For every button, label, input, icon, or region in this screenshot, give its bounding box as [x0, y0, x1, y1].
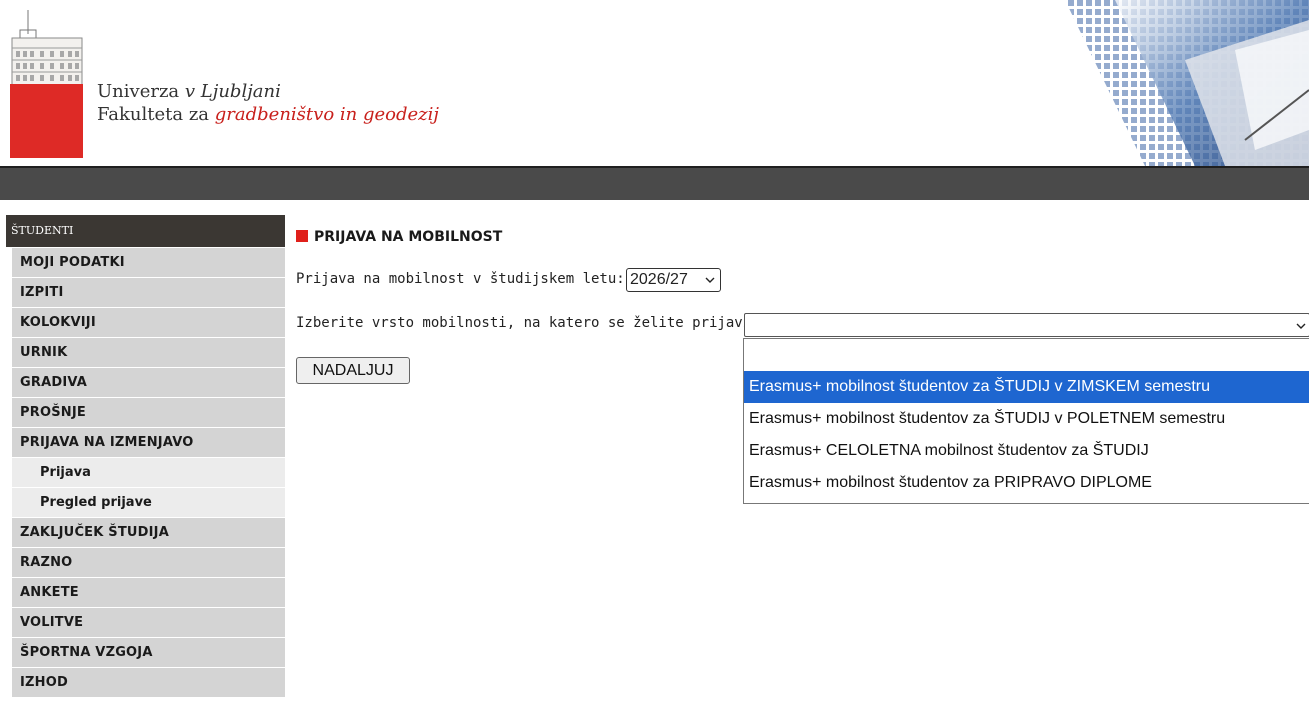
dropdown-option-erasmus-poletni[interactable]: Erasmus+ mobilnost študentov za ŠTUDIJ v…: [744, 403, 1309, 435]
faculty-prefix: Fakulteta za: [97, 104, 210, 125]
mobility-type-dropdown-list: Erasmus+ mobilnost študentov za ŠTUDIJ v…: [743, 338, 1309, 504]
dropdown-option-erasmus-zimski[interactable]: Erasmus+ mobilnost študentov za ŠTUDIJ v…: [744, 371, 1309, 403]
sidebar-item-kolokviji[interactable]: KOLOKVIJI: [12, 308, 285, 337]
sidebar-item-zakljucek-studija[interactable]: ZAKLJUČEK ŠTUDIJA: [12, 518, 285, 547]
header-decorative-image: [1065, 0, 1309, 166]
page-title-row: PRIJAVA NA MOBILNOST: [296, 229, 502, 245]
university-suffix: v Ljubljani: [184, 81, 281, 102]
academic-year-select[interactable]: 2026/27: [626, 268, 721, 292]
sidebar-item-moji-podatki[interactable]: MOJI PODATKI: [12, 248, 285, 277]
sidebar-item-sportna-vzgoja[interactable]: ŠPORTNA VZGOJA: [12, 638, 285, 667]
sidebar-item-volitve[interactable]: VOLITVE: [12, 608, 285, 637]
sidebar-item-urnik[interactable]: URNIK: [12, 338, 285, 367]
sidebar-item-ankete[interactable]: ANKETE: [12, 578, 285, 607]
year-label: Prijava na mobilnost v študijskem letu:: [296, 271, 625, 287]
faculty-suffix: gradbeništvo in geodezij: [214, 104, 439, 125]
title-bullet-icon: [296, 230, 308, 242]
academic-year-value: 2026/27: [630, 271, 688, 288]
sidebar-subitem-pregled-prijave[interactable]: Pregled prijave: [12, 488, 285, 517]
faculty-name: Fakulteta za gradbeništvo in geodezij: [97, 104, 482, 126]
chevron-down-icon: [705, 277, 715, 283]
sidebar-subitem-prijava[interactable]: Prijava: [12, 458, 285, 487]
sidebar: ŠTUDENTI MOJI PODATKI IZPITI KOLOKVIJI U…: [6, 215, 285, 698]
sidebar-item-izpiti[interactable]: IZPITI: [12, 278, 285, 307]
chevron-down-icon: [1296, 323, 1306, 329]
sidebar-item-prijava-na-izmenjavo[interactable]: PRIJAVA NA IZMENJAVO: [12, 428, 285, 457]
university-prefix: Univerza: [97, 81, 180, 102]
sidebar-item-izhod[interactable]: IZHOD: [12, 668, 285, 697]
site-header: Univerza v Ljubljani Fakulteta za gradbe…: [0, 0, 1309, 166]
dropdown-option-erasmus-diploma[interactable]: Erasmus+ mobilnost študentov za PRIPRAVO…: [744, 467, 1309, 499]
sidebar-item-gradiva[interactable]: GRADIVA: [12, 368, 285, 397]
dropdown-option-erasmus-celoletna[interactable]: Erasmus+ CELOLETNA mobilnost študentov z…: [744, 435, 1309, 467]
page-title: PRIJAVA NA MOBILNOST: [314, 229, 503, 245]
university-name: Univerza v Ljubljani: [97, 81, 281, 103]
sidebar-item-prosnje[interactable]: PROŠNJE: [12, 398, 285, 427]
sidebar-heading: ŠTUDENTI: [6, 215, 285, 248]
mobility-type-label: Izberite vrsto mobilnosti, na katero se …: [296, 315, 777, 331]
continue-button[interactable]: NADALJUJ: [296, 357, 410, 384]
dropdown-option-blank[interactable]: [744, 339, 1309, 371]
sidebar-item-razno[interactable]: RAZNO: [12, 548, 285, 577]
university-building-logo: [10, 10, 83, 158]
mobility-type-select[interactable]: [744, 313, 1309, 337]
top-nav-bar: [0, 166, 1309, 200]
